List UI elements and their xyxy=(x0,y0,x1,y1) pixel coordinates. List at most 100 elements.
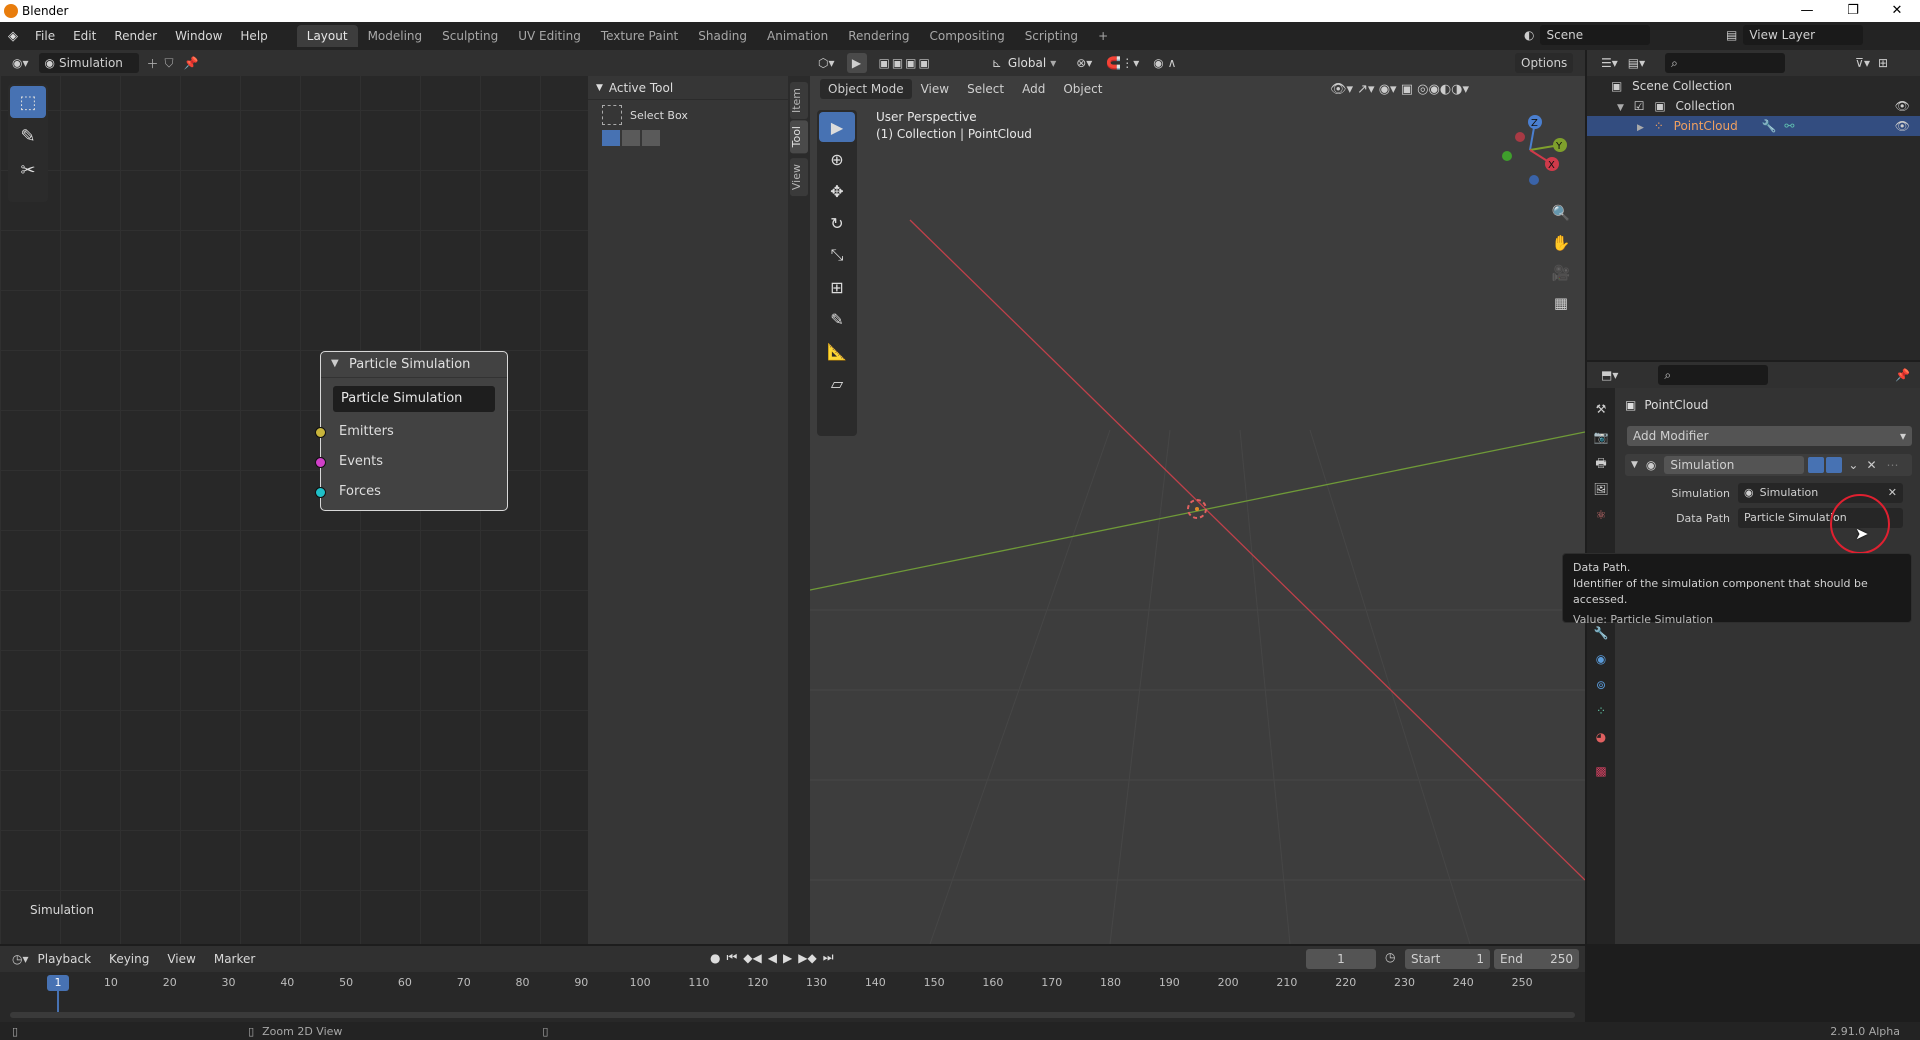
add-workspace-button[interactable]: + xyxy=(1088,25,1118,47)
filter-icon[interactable]: ⊽▾ xyxy=(1855,56,1870,70)
measure-tool-icon[interactable]: 📐 xyxy=(819,336,855,366)
viewport-menu-view[interactable]: View xyxy=(912,78,958,100)
modifier-wrench-icon[interactable]: 🔧 xyxy=(1762,119,1777,133)
particle-simulation-node[interactable]: ▼ Particle Simulation Particle Simulatio… xyxy=(315,351,508,511)
viewport-shading-icons[interactable]: 👁▾ ↗▾ ◉▾ ▣ ◎◉◐◑▾ xyxy=(1330,82,1469,97)
pan-hand-icon[interactable]: ✋ xyxy=(1548,228,1574,258)
ortho-grid-icon[interactable]: ▦ xyxy=(1548,288,1574,318)
forces-socket-row[interactable]: Forces xyxy=(315,482,381,502)
events-socket-row[interactable]: Events xyxy=(315,452,383,472)
navigation-gizmo[interactable]: Z Y X xyxy=(1490,110,1570,190)
pin-icon[interactable]: 📌 xyxy=(184,56,199,70)
menu-help[interactable]: Help xyxy=(231,25,276,47)
viewport-menu-object[interactable]: Object xyxy=(1054,78,1111,100)
select-box-tool-icon[interactable]: ▶ xyxy=(819,112,855,142)
data-tab-icon[interactable]: ⁘ xyxy=(1592,702,1610,720)
outliner-row-pointcloud[interactable]: ▶ ⁘ PointCloud 🔧 ⚯ 👁 xyxy=(1587,116,1920,136)
output-tab-icon[interactable]: 🖶 xyxy=(1592,454,1610,472)
workspace-tab-uv-editing[interactable]: UV Editing xyxy=(508,25,591,47)
view-layer-tab-icon[interactable]: 🖼 xyxy=(1592,480,1610,498)
collection-visibility-eye-icon[interactable]: 👁 xyxy=(1895,96,1910,116)
new-collection-icon[interactable]: ⊞ xyxy=(1878,56,1888,70)
scale-tool-icon[interactable]: ⤡ xyxy=(819,240,855,270)
select-box-tool-icon[interactable]: ⬚ xyxy=(10,86,46,118)
close-button[interactable]: ✕ xyxy=(1874,0,1920,22)
rotate-tool-icon[interactable]: ↻ xyxy=(819,208,855,238)
prev-keyframe-icon[interactable]: ◆◀ xyxy=(743,951,761,965)
proportional-edit-icon[interactable]: ◉ ∧ xyxy=(1153,56,1176,70)
select-tool-icon[interactable]: ▶ xyxy=(846,53,867,73)
mode-extend-icon[interactable] xyxy=(622,130,640,146)
events-socket[interactable] xyxy=(315,457,326,468)
outliner-search-input[interactable]: ⌕ xyxy=(1665,53,1786,73)
zoom-icon[interactable]: 🔍 xyxy=(1548,198,1574,228)
clear-simulation-icon[interactable]: ✕ xyxy=(1888,483,1897,503)
tab-tool[interactable]: Tool xyxy=(790,120,808,154)
add-modifier-dropdown[interactable]: Add Modifier ▾ xyxy=(1627,426,1912,446)
material-tab-icon[interactable]: ◕ xyxy=(1592,728,1610,746)
record-icon[interactable]: ● xyxy=(710,951,720,965)
cut-links-tool-icon[interactable]: ✂ xyxy=(10,154,46,186)
object-mode-dropdown[interactable]: Object Mode xyxy=(820,79,912,99)
emitters-socket-row[interactable]: Emitters xyxy=(315,422,394,442)
viewport-editor-type-icon[interactable]: ⬡▾ xyxy=(818,56,835,70)
timeline-menu-keying[interactable]: Keying xyxy=(100,948,158,970)
outliner-row-collection[interactable]: ▼ ☑ ▣ Collection 👁 xyxy=(1587,96,1920,116)
outliner-row-scene-collection[interactable]: ▣ Scene Collection xyxy=(1587,76,1920,96)
annotate-tool-icon[interactable]: ✎ xyxy=(819,304,855,334)
workspace-tab-animation[interactable]: Animation xyxy=(757,25,838,47)
tab-item[interactable]: Item xyxy=(790,82,808,120)
outliner-editor-icon[interactable]: ☰▾ xyxy=(1601,56,1618,70)
snap-icon[interactable]: 🧲⋮▾ xyxy=(1106,56,1139,70)
select-modes-icon[interactable]: ▣▣▣▣ xyxy=(879,56,932,70)
fake-user-icon[interactable]: ⛉ xyxy=(165,56,174,71)
jump-end-icon[interactable]: ⏭ xyxy=(823,950,834,965)
end-frame-field[interactable]: End 250 xyxy=(1494,949,1579,969)
display-mode-icon[interactable]: ▤▾ xyxy=(1628,56,1645,70)
blender-menu-icon[interactable]: ◈ xyxy=(0,29,26,44)
view-layer-field[interactable]: View Layer xyxy=(1743,25,1864,45)
viewport-menu-select[interactable]: Select xyxy=(958,78,1013,100)
modifier-name-field[interactable]: Simulation xyxy=(1664,456,1805,474)
drag-handle-icon[interactable]: ⋯ xyxy=(1887,458,1899,472)
mode-set-icon[interactable] xyxy=(602,130,620,146)
modifier-collapse-icon[interactable]: ▼ xyxy=(1631,460,1638,470)
menu-render[interactable]: Render xyxy=(105,25,166,47)
menu-file[interactable]: File xyxy=(26,25,64,47)
scene-field[interactable]: Scene xyxy=(1540,25,1651,45)
expand-collection-icon[interactable]: ▼ xyxy=(1617,103,1624,113)
emitters-socket[interactable] xyxy=(315,427,326,438)
timeline-menu-marker[interactable]: Marker xyxy=(205,948,264,970)
viewport-menu-add[interactable]: Add xyxy=(1013,78,1054,100)
transform-tool-icon[interactable]: ⊞ xyxy=(819,272,855,302)
editor-type-icon[interactable]: ◉▾ xyxy=(12,56,29,70)
next-keyframe-icon[interactable]: ▶◆ xyxy=(798,951,816,965)
timeline-editor-icon[interactable]: ◷▾ xyxy=(12,952,29,966)
workspace-tab-sculpting[interactable]: Sculpting xyxy=(432,25,508,47)
add-cube-tool-icon[interactable]: ▱ xyxy=(819,368,855,398)
properties-search-input[interactable]: ⌕ xyxy=(1658,365,1769,385)
annotate-tool-icon[interactable]: ✎ xyxy=(10,120,46,152)
menu-window[interactable]: Window xyxy=(166,25,231,47)
properties-pin-icon[interactable]: 📌 xyxy=(1895,368,1910,382)
node-tree-icon[interactable]: ⚯ xyxy=(1784,119,1794,133)
scene-tab-icon[interactable]: ⚛ xyxy=(1592,506,1610,524)
options-button[interactable]: Options xyxy=(1515,53,1574,73)
jump-start-icon[interactable]: ⏮ xyxy=(726,950,737,965)
show-in-viewport-icon[interactable] xyxy=(1808,457,1825,473)
node-name-field[interactable]: Particle Simulation xyxy=(333,386,495,412)
collection-checkbox-icon[interactable]: ☑ xyxy=(1634,99,1645,113)
play-reverse-icon[interactable]: ◀ xyxy=(768,951,777,965)
transform-orientation[interactable]: Global xyxy=(1008,56,1046,70)
workspace-tab-shading[interactable]: Shading xyxy=(688,25,757,47)
particles-tab-icon[interactable]: ◉ xyxy=(1592,650,1610,668)
forces-socket[interactable] xyxy=(315,487,326,498)
properties-editor-icon[interactable]: ⬒▾ xyxy=(1601,368,1618,382)
view-layer-selector[interactable]: ▤ View Layer xyxy=(1726,25,1864,45)
physics-tab-icon[interactable]: ⊚ xyxy=(1592,676,1610,694)
collapse-node-icon[interactable]: ▼ xyxy=(331,358,339,369)
expand-pointcloud-icon[interactable]: ▶ xyxy=(1637,123,1644,133)
move-tool-icon[interactable]: ✥ xyxy=(819,176,855,206)
menu-edit[interactable]: Edit xyxy=(64,25,105,47)
pivot-icon[interactable]: ⊗▾ xyxy=(1076,56,1092,70)
